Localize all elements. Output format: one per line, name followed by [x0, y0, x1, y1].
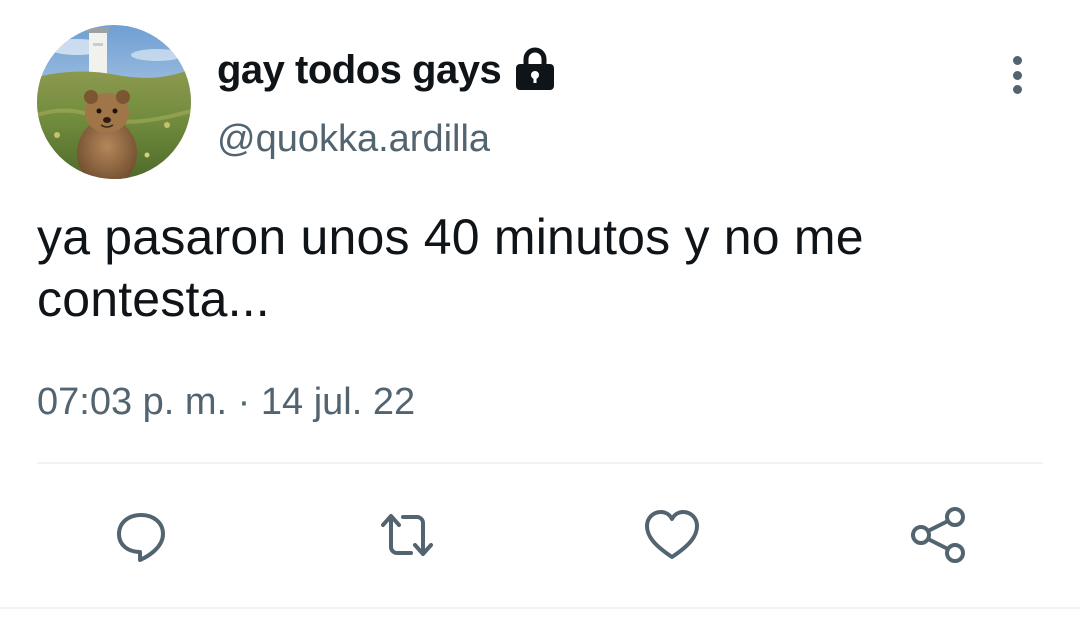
- heart-icon: [645, 510, 699, 559]
- avatar-image: [37, 25, 191, 179]
- more-options-icon[interactable]: [1000, 50, 1034, 100]
- reply-icon: [117, 513, 165, 562]
- display-name-row: gay todos gays: [217, 44, 557, 96]
- like-button[interactable]: [642, 505, 702, 565]
- tweet-card: gay todos gays @quokka.ardilla ya pasaro…: [0, 0, 1080, 627]
- reply-button[interactable]: [111, 505, 171, 565]
- avatar[interactable]: [37, 25, 191, 179]
- user-handle[interactable]: @quokka.ardilla: [217, 118, 490, 161]
- share-button[interactable]: [908, 505, 968, 565]
- display-name[interactable]: gay todos gays: [217, 48, 502, 93]
- share-icon: [911, 507, 965, 563]
- lock-icon: [513, 46, 557, 92]
- divider: [37, 462, 1043, 464]
- divider-bottom: [0, 607, 1080, 609]
- tweet-text: ya pasaron unos 40 minutos y no me conte…: [37, 209, 864, 327]
- retweet-icon: [381, 514, 433, 556]
- retweet-button[interactable]: [377, 505, 437, 565]
- tweet-timestamp[interactable]: 07:03 p. m. · 14 jul. 22: [37, 381, 415, 424]
